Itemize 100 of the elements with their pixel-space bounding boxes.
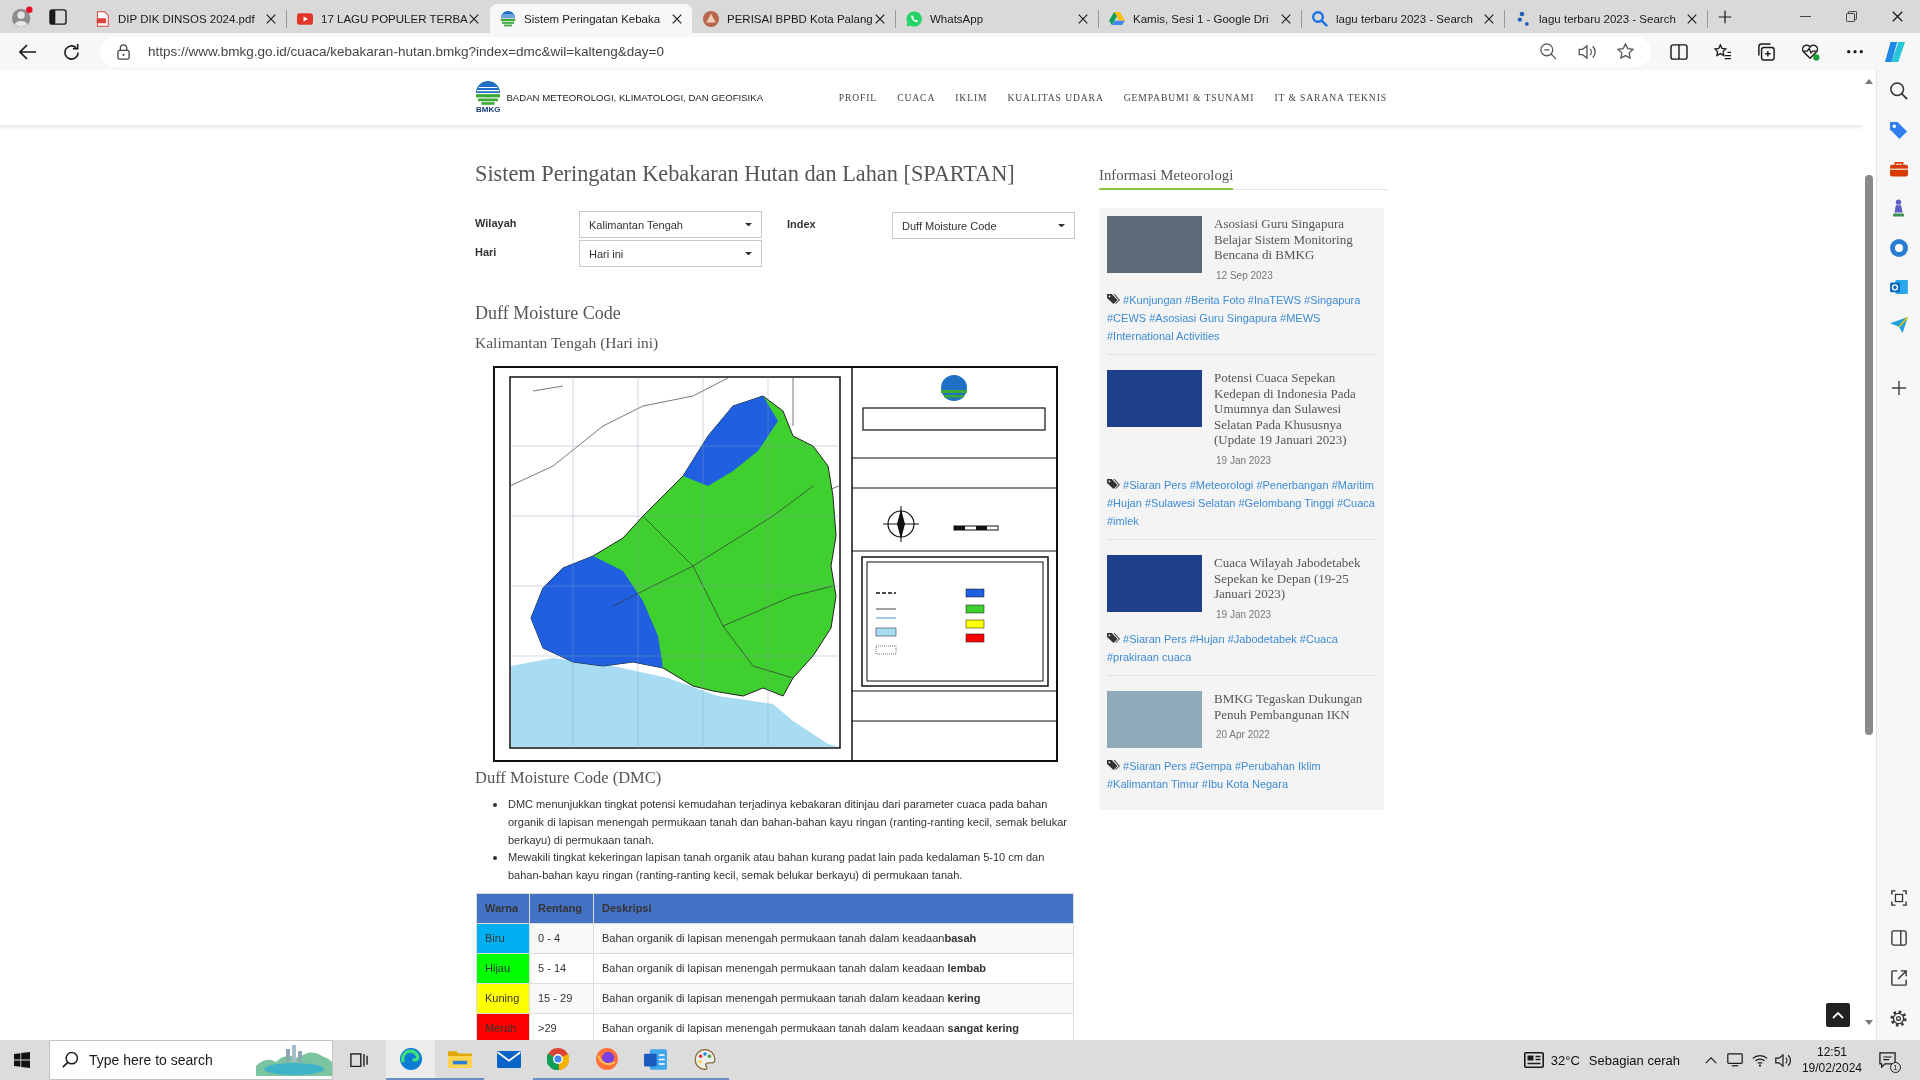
dropdown[interactable]: Hari ini bbox=[579, 240, 762, 267]
close-icon[interactable] bbox=[1281, 13, 1291, 24]
lock-icon[interactable] bbox=[117, 43, 130, 60]
chevron-up-icon[interactable] bbox=[1704, 1056, 1717, 1064]
close-icon[interactable] bbox=[1891, 11, 1903, 22]
tag-link[interactable]: #Cuaca bbox=[1336, 497, 1375, 509]
address-field[interactable]: https://www.bmkg.go.id/cuaca/kebakaran-hutan.bmkg?index=dmc&wil=kalteng&day=0 bbox=[100, 36, 1651, 67]
task-view-icon[interactable] bbox=[350, 1052, 368, 1068]
collections-icon[interactable] bbox=[1758, 42, 1775, 61]
sidebar-icon[interactable] bbox=[1890, 930, 1907, 946]
close-icon[interactable] bbox=[469, 13, 479, 24]
scroll-up-icon[interactable] bbox=[1865, 79, 1873, 84]
tag-link[interactable]: #Siaran Pers bbox=[1123, 479, 1187, 491]
tag-link[interactable]: #prakiraan cuaca bbox=[1107, 651, 1192, 663]
dropdown[interactable]: Kalimantan Tengah bbox=[579, 211, 762, 238]
nav-link[interactable]: KUALITAS UDARA bbox=[1007, 92, 1104, 103]
app-logo-icon[interactable] bbox=[1885, 41, 1905, 62]
post-title-link[interactable]: BMKG Tegaskan Dukungan Penuh Pembangunan IKN bbox=[1214, 691, 1376, 722]
close-icon[interactable] bbox=[1078, 13, 1088, 24]
nav-link[interactable]: PROFIL bbox=[838, 92, 878, 103]
nav-link[interactable]: IT & SARANA TEKNIS bbox=[1274, 92, 1387, 103]
back-icon[interactable] bbox=[19, 43, 37, 60]
close-icon[interactable] bbox=[875, 13, 885, 24]
tag-link[interactable]: #Siaran Pers bbox=[1123, 633, 1187, 645]
tag-link[interactable]: #Asosiasi Guru Singapura bbox=[1149, 312, 1277, 324]
clock[interactable]: 12:51 19/02/2024 bbox=[1801, 1044, 1862, 1076]
avatar-icon[interactable] bbox=[11, 5, 33, 28]
tag-link[interactable]: #International Activities bbox=[1107, 330, 1220, 342]
browser-tab[interactable]: Sistem Peringatan Kebaka bbox=[490, 4, 692, 33]
taskbar-button[interactable] bbox=[386, 1040, 435, 1080]
heart-pulse-icon[interactable] bbox=[1801, 42, 1820, 61]
tag-link[interactable]: #Sulawesi Selatan bbox=[1144, 497, 1236, 509]
tag-icon[interactable] bbox=[1889, 122, 1908, 140]
external-link-icon[interactable] bbox=[1890, 970, 1907, 986]
tag-link[interactable]: #imlek bbox=[1107, 515, 1139, 527]
browser-tab[interactable]: lagu terbaru 2023 - Search bbox=[1302, 4, 1504, 33]
speaker-icon[interactable] bbox=[1578, 44, 1596, 59]
tag-link[interactable]: #Siaran Pers bbox=[1123, 759, 1187, 772]
favorites-icon[interactable] bbox=[1714, 43, 1732, 60]
scrollbar-thumb[interactable] bbox=[1865, 175, 1873, 735]
tag-link[interactable]: #MEWS bbox=[1280, 312, 1321, 324]
scroll-down-icon[interactable] bbox=[1865, 1020, 1873, 1025]
post-title-link[interactable]: Potensi Cuaca Sepekan Kedepan di Indonesia Pada Umumnya dan Sulawesi Selatan Pada Khususnya (Update 19 Januari 2023) bbox=[1214, 370, 1376, 448]
tag-link[interactable]: #Maritim bbox=[1331, 479, 1374, 491]
tag-link[interactable]: #Kalimantan Timur bbox=[1107, 777, 1199, 790]
close-icon[interactable] bbox=[266, 13, 276, 24]
refresh-icon[interactable] bbox=[63, 42, 80, 61]
zoom-out-icon[interactable] bbox=[1540, 43, 1557, 60]
weather-widget[interactable]: 32°C Sebagian cerah bbox=[1523, 1040, 1680, 1080]
new-tab-icon[interactable] bbox=[1718, 9, 1732, 24]
notification-icon[interactable] bbox=[1879, 1052, 1896, 1068]
wifi-icon[interactable] bbox=[1751, 1053, 1768, 1067]
screenshot-icon[interactable] bbox=[1890, 890, 1907, 906]
close-icon[interactable] bbox=[1687, 13, 1697, 24]
browser-tab[interactable]: lagu terbaru 2023 - Search bbox=[1505, 4, 1707, 33]
tag-link[interactable]: #Jabodetabek bbox=[1227, 633, 1297, 645]
tag-link[interactable]: #CEWS bbox=[1107, 312, 1147, 324]
tag-link[interactable]: #Singapura bbox=[1304, 294, 1361, 306]
logo-icon[interactable] bbox=[476, 81, 501, 105]
mail-icon[interactable] bbox=[1889, 279, 1908, 296]
nav-link[interactable]: CUACA bbox=[897, 92, 936, 103]
tag-link[interactable]: #Ibu Kota Negara bbox=[1201, 777, 1288, 790]
tag-link[interactable]: #Gempa bbox=[1189, 759, 1232, 772]
split-screen-icon[interactable] bbox=[1670, 43, 1688, 60]
tag-link[interactable]: #InaTEWS bbox=[1247, 294, 1302, 306]
tag-link[interactable]: #Kunjungan bbox=[1123, 294, 1182, 306]
scroll-to-top-button[interactable] bbox=[1826, 1003, 1850, 1027]
tag-link[interactable]: #Gelombang Tinggi bbox=[1238, 497, 1334, 509]
close-icon[interactable] bbox=[1484, 13, 1494, 24]
paper-plane-icon[interactable] bbox=[1889, 317, 1908, 334]
add-icon[interactable] bbox=[1890, 380, 1907, 397]
monitor-icon[interactable] bbox=[1726, 1053, 1743, 1067]
tag-link[interactable]: #Hujan bbox=[1107, 497, 1142, 509]
tag-link[interactable]: #Cuaca bbox=[1299, 633, 1338, 645]
tag-link[interactable]: #Perubahan Iklim bbox=[1235, 759, 1321, 772]
star-icon[interactable] bbox=[1617, 43, 1634, 60]
restore-icon[interactable] bbox=[1845, 11, 1857, 22]
circle-logo-icon[interactable] bbox=[1889, 239, 1908, 258]
minimize-icon[interactable] bbox=[1799, 15, 1811, 18]
post-title-link[interactable]: Cuaca Wilayah Jabodetabek Sepekan ke Depan (19-25 Januari 2023) bbox=[1214, 555, 1376, 602]
tag-link[interactable]: #Penerbangan bbox=[1256, 479, 1329, 491]
browser-tab[interactable]: DIP DIK DINSOS 2024.pdf bbox=[84, 4, 286, 33]
dropdown[interactable]: Duff Moisture Code bbox=[892, 212, 1075, 239]
settings-icon[interactable] bbox=[1890, 1010, 1907, 1027]
tag-link[interactable]: #Hujan bbox=[1189, 633, 1225, 645]
briefcase-icon[interactable] bbox=[1889, 162, 1908, 178]
search-icon[interactable] bbox=[1889, 82, 1908, 100]
more-icon[interactable] bbox=[1846, 48, 1864, 55]
nav-link[interactable]: IKLIM bbox=[955, 92, 988, 103]
post-title-link[interactable]: Asosiasi Guru Singapura Belajar Sistem Monitoring Bencana di BMKG bbox=[1214, 216, 1376, 263]
close-icon[interactable] bbox=[672, 13, 682, 24]
tab-actions-icon[interactable] bbox=[49, 8, 67, 25]
volume-icon[interactable] bbox=[1774, 1053, 1791, 1067]
chess-pawn-icon[interactable] bbox=[1892, 199, 1905, 218]
start-icon[interactable] bbox=[14, 1052, 30, 1068]
browser-tab[interactable]: 17 LAGU POPULER TERBA bbox=[287, 4, 489, 33]
browser-tab[interactable]: PERISAI BPBD Kota Palang bbox=[693, 4, 895, 33]
browser-tab[interactable]: Kamis, Sesi 1 - Google Dri bbox=[1099, 4, 1301, 33]
tag-link[interactable]: #Berita Foto bbox=[1184, 294, 1245, 306]
nav-link[interactable]: GEMPABUMI & TSUNAMI bbox=[1123, 92, 1255, 103]
